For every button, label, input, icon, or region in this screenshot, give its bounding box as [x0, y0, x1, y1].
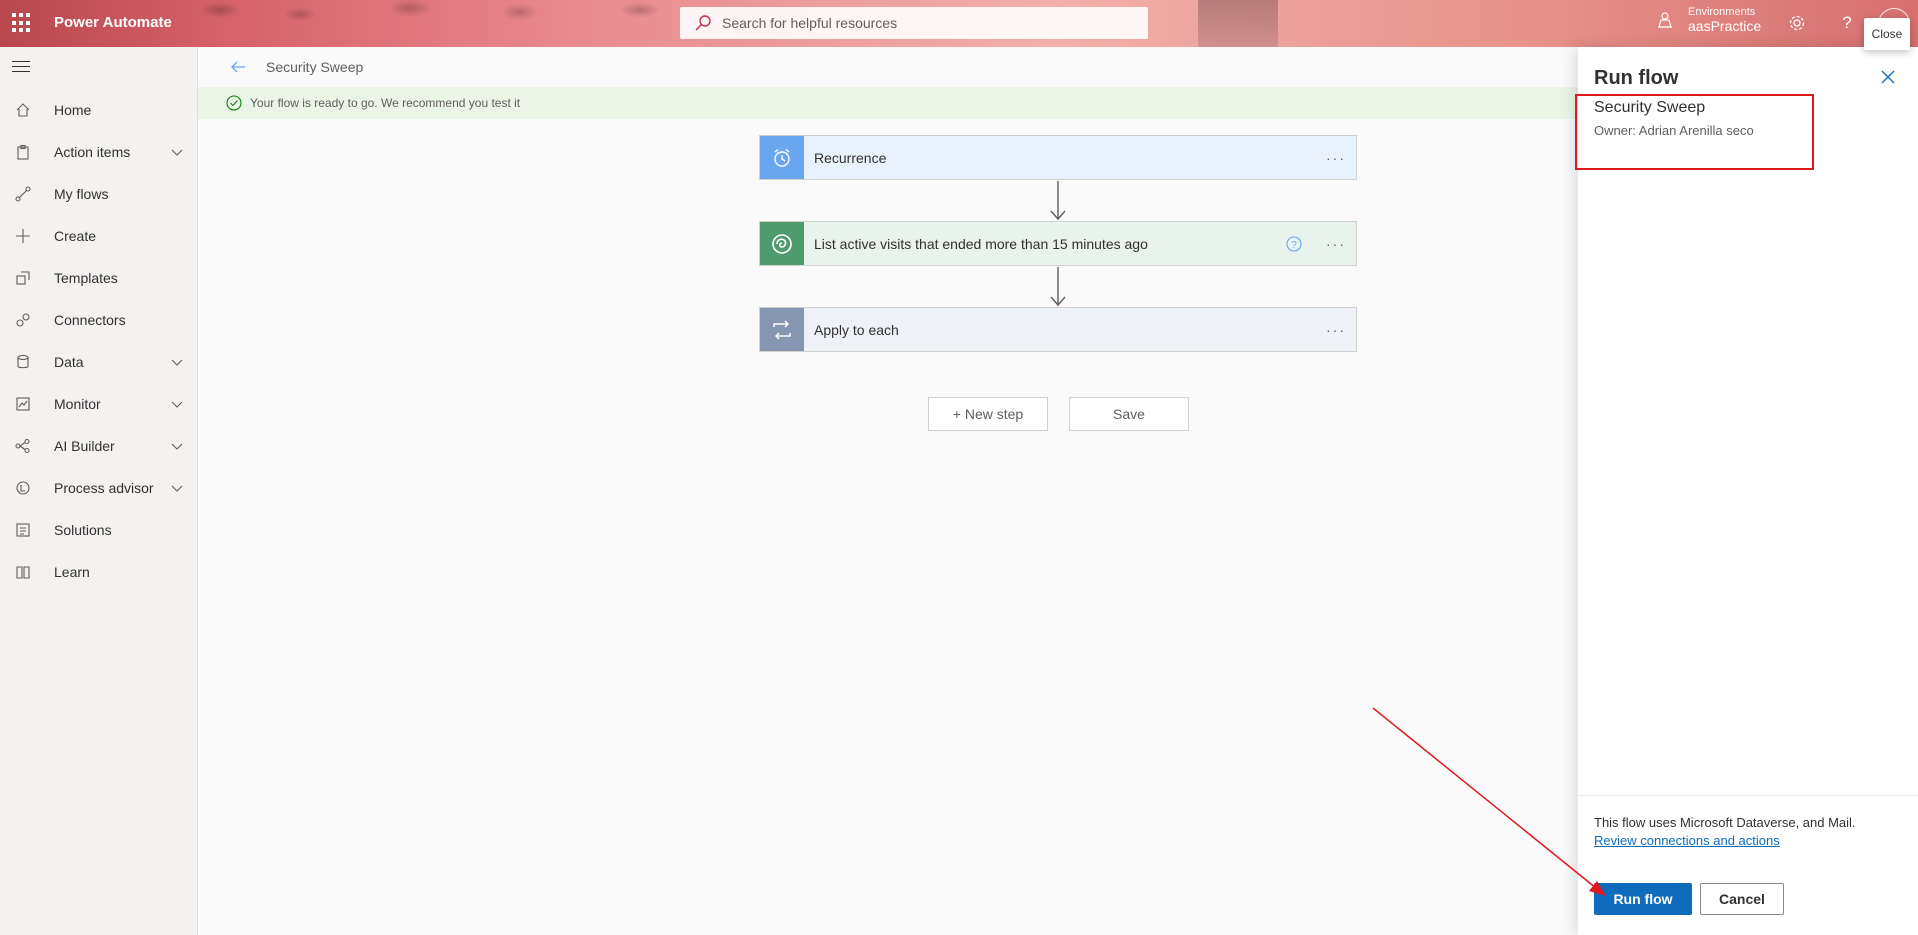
alarm-clock-icon	[760, 136, 804, 179]
divider	[1578, 795, 1918, 796]
nav-item-my-flows[interactable]: My flows	[0, 173, 197, 215]
connector-arrow	[1050, 267, 1066, 307]
more-options-icon[interactable]: ···	[1316, 234, 1356, 254]
banner-text: Your flow is ready to go. We recommend y…	[250, 96, 521, 110]
close-icon[interactable]	[1878, 67, 1898, 87]
step-apply-to-each[interactable]: Apply to each ···	[759, 307, 1357, 352]
flow-designer: Security Sweep Your flow is ready to go.…	[198, 47, 1578, 935]
step-list-active-visits[interactable]: List active visits that ended more than …	[759, 221, 1357, 266]
header-background-image	[180, 0, 700, 47]
search-box[interactable]	[680, 7, 1148, 39]
step-recurrence[interactable]: Recurrence ···	[759, 135, 1357, 180]
nav-item-label: Connectors	[54, 312, 126, 328]
nav-item-learn[interactable]: Learn	[0, 551, 197, 593]
step-title: Apply to each	[814, 321, 899, 338]
clipboard-icon	[14, 143, 32, 161]
nav-item-label: My flows	[54, 186, 109, 202]
annotation-highlight-box	[1575, 94, 1814, 170]
nav-item-label: Action items	[54, 144, 131, 160]
more-options-icon[interactable]: ···	[1316, 320, 1356, 340]
connections-note: This flow uses Microsoft Dataverse, and …	[1594, 815, 1856, 830]
nav-item-process-advisor[interactable]: Process advisor	[0, 467, 197, 509]
ready-banner: Your flow is ready to go. We recommend y…	[198, 87, 1578, 119]
nav-item-connectors[interactable]: Connectors	[0, 299, 197, 341]
nav-item-label: Data	[54, 354, 84, 370]
nav-list: Home Action items My flows Create Templa…	[0, 89, 197, 593]
chevron-down-icon[interactable]	[171, 146, 183, 158]
monitor-icon	[14, 395, 32, 413]
back-arrow-icon[interactable]	[228, 57, 248, 77]
header-background-tower	[1198, 0, 1278, 47]
nav-item-home[interactable]: Home	[0, 89, 197, 131]
chevron-down-icon[interactable]	[171, 440, 183, 452]
breadcrumb: Security Sweep	[198, 47, 1578, 87]
nav-item-ai-builder[interactable]: AI Builder	[0, 425, 197, 467]
top-header: Power Automate Environments aasPractice …	[0, 0, 1918, 47]
search-input[interactable]	[722, 15, 1122, 31]
save-button[interactable]: Save	[1069, 397, 1189, 431]
gear-icon[interactable]	[1787, 13, 1807, 33]
process-icon	[14, 479, 32, 497]
help-circle-icon[interactable]: ?	[1284, 234, 1304, 254]
dataverse-icon	[760, 222, 804, 265]
svg-text:?: ?	[1291, 240, 1297, 251]
chevron-down-icon[interactable]	[171, 356, 183, 368]
environment-icon	[1658, 12, 1672, 28]
nav-item-label: Solutions	[54, 522, 112, 538]
run-flow-panel: Run flow Security Sweep Owner: Adrian Ar…	[1578, 47, 1918, 935]
nav-item-label: AI Builder	[54, 438, 115, 454]
environment-label: Environments	[1688, 6, 1756, 18]
review-connections-link[interactable]: Review connections and actions	[1594, 833, 1780, 848]
nav-item-label: Home	[54, 102, 92, 118]
more-options-icon[interactable]: ···	[1316, 148, 1356, 168]
checkmark-circle-icon	[226, 95, 242, 111]
panel-title: Run flow	[1594, 67, 1679, 89]
home-icon	[14, 101, 32, 119]
ai-icon	[14, 437, 32, 455]
flow-name: Security Sweep	[266, 59, 364, 75]
nav-item-action-items[interactable]: Action items	[0, 131, 197, 173]
templates-icon	[14, 269, 32, 287]
left-navigation: Home Action items My flows Create Templa…	[0, 47, 198, 935]
connector-arrow	[1050, 181, 1066, 221]
nav-item-label: Templates	[54, 270, 118, 286]
close-tooltip: Close	[1864, 18, 1910, 50]
chevron-down-icon[interactable]	[171, 482, 183, 494]
search-icon	[695, 15, 711, 31]
nav-item-label: Create	[54, 228, 97, 244]
nav-item-monitor[interactable]: Monitor	[0, 383, 197, 425]
app-launcher-icon[interactable]	[12, 13, 32, 33]
run-flow-button[interactable]: Run flow	[1594, 883, 1692, 915]
book-icon	[14, 563, 32, 581]
nav-item-label: Process advisor	[54, 480, 154, 496]
cancel-button[interactable]: Cancel	[1700, 883, 1784, 915]
nav-item-templates[interactable]: Templates	[0, 257, 197, 299]
connector-icon	[14, 311, 32, 329]
nav-item-create[interactable]: Create	[0, 215, 197, 257]
nav-item-data[interactable]: Data	[0, 341, 197, 383]
nav-item-label: Learn	[54, 564, 90, 580]
step-title: Recurrence	[814, 149, 887, 166]
plus-icon	[14, 227, 32, 245]
help-icon[interactable]: ?	[1837, 13, 1857, 33]
nav-item-label: Monitor	[54, 396, 101, 412]
app-title[interactable]: Power Automate	[54, 14, 172, 31]
environment-picker[interactable]: Environments aasPractice	[1656, 6, 1761, 34]
environment-name: aasPractice	[1688, 18, 1762, 34]
loop-icon	[760, 308, 804, 351]
database-icon	[14, 353, 32, 371]
nav-item-solutions[interactable]: Solutions	[0, 509, 197, 551]
new-step-button[interactable]: + New step	[928, 397, 1048, 431]
flows-icon	[14, 185, 32, 203]
solutions-icon	[14, 521, 32, 539]
chevron-down-icon[interactable]	[171, 398, 183, 410]
hamburger-menu-icon[interactable]	[12, 61, 30, 75]
step-title: List active visits that ended more than …	[814, 235, 1148, 252]
